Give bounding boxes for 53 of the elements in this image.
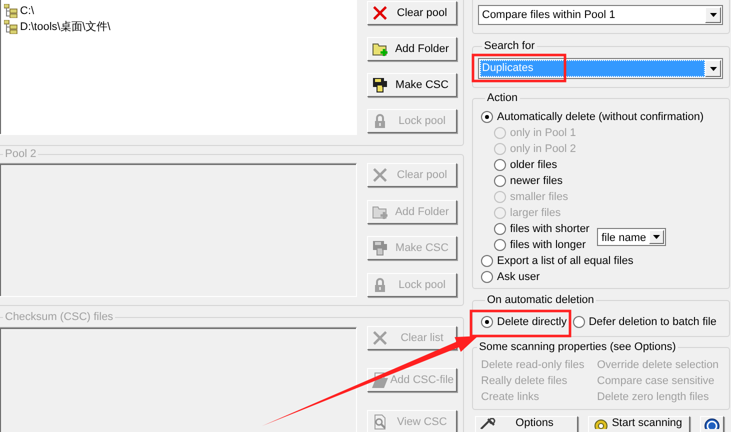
radio-option[interactable]: Defer deletion to batch file [572,314,717,330]
folder-plus-icon [372,204,388,220]
floppy-icon [372,77,388,93]
tree-folder-icon [4,4,18,18]
group-title: Checksum (CSC) files [4,310,114,324]
caret-icon [653,235,660,239]
radio-option[interactable]: files with longer [494,237,590,253]
group-title: On automatic deletion [486,293,596,307]
dropdown-field[interactable]: file name [597,228,666,246]
caret-icon [710,66,716,70]
property-label: Delete read-only files [481,358,586,373]
push-button[interactable]: Add Folder [367,37,457,61]
folder-plus-icon [372,41,388,57]
padlock-icon [372,113,388,129]
gear-icon [593,418,609,429]
property-label: Really delete files [481,374,568,389]
radio-option[interactable]: Delete directly [481,314,567,330]
group-title: Search for [483,39,536,53]
radio-option[interactable]: newer files [494,173,590,189]
help-icon [704,418,720,429]
push-button[interactable]: Start scanning [588,416,690,432]
radio-option[interactable]: older files [494,157,590,173]
x-icon [372,167,388,183]
push-button[interactable]: Clear pool [367,1,457,25]
folder-path[interactable]: D:\tools\桌面\文件\ [20,19,110,35]
group-title: Pool 2 [4,147,38,161]
floppy-icon [372,240,388,256]
radio-option[interactable]: Export a list of all equal files [481,253,725,269]
radio-option[interactable]: files with shorter [494,221,590,237]
x-icon [372,330,388,346]
property-label: Create links [481,390,540,405]
dropdown-button[interactable] [705,60,721,77]
group-title: Some scanning properties (see Options) [478,340,677,354]
dropdown-button[interactable] [705,7,721,23]
magnifier-icon [372,414,388,430]
document-icon [372,372,388,388]
push-button[interactable]: Options [475,416,578,432]
radio-option[interactable]: Automatically delete (without confirmation) [481,109,725,125]
property-label: Override delete selection [597,358,720,373]
property-label: Delete zero length files [597,390,710,405]
push-button[interactable]: Make CSC [367,73,457,97]
caret-icon [710,13,716,17]
folder-path[interactable]: C:\ [20,3,34,19]
padlock-icon [372,276,388,292]
folder-list[interactable]: C:\ D:\tools\桌面\文件\ [0,0,357,135]
tools-icon [480,418,496,429]
dropdown-button[interactable] [649,230,664,244]
group-title: Action [486,91,519,105]
radio-option[interactable]: Ask user [481,269,725,285]
dropdown-field[interactable]: Compare files within Pool 1 [478,5,723,25]
tree-folder-icon [4,20,18,34]
property-label: Compare case sensitive [597,374,716,389]
x-icon [372,5,388,21]
